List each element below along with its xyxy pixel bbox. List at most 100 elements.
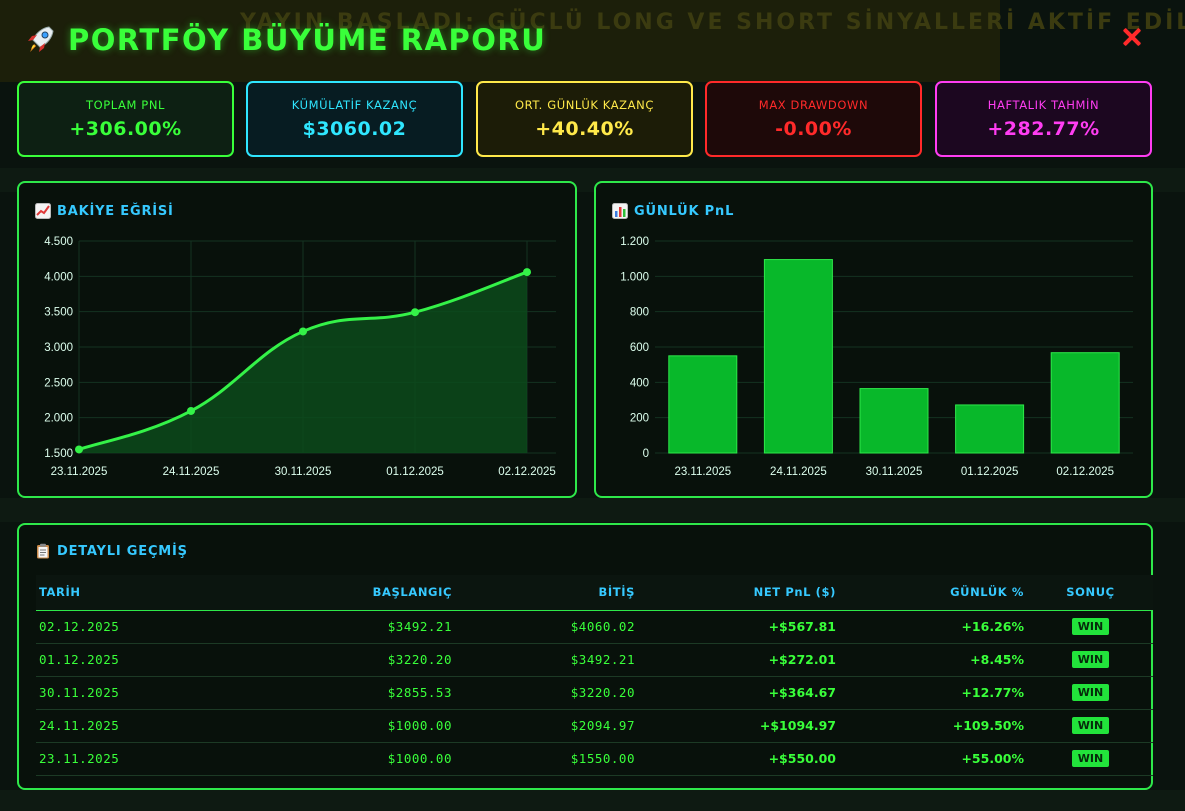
pnl-bar: [955, 404, 1025, 454]
cell-daily-pct: +16.26%: [840, 610, 1028, 644]
y-tick-label: 1.200: [620, 236, 649, 248]
stat-label: MAX DRAWDOWN: [758, 98, 869, 112]
col-header-result: SONUÇ: [1028, 575, 1153, 611]
table-row: 30.11.2025 $2855.53 $3220.20 +$364.67 +12.77…: [36, 676, 1153, 710]
stat-label: HAFTALIK TAHMİN: [987, 98, 1100, 112]
y-tick-label: 800: [630, 307, 649, 319]
daily-pnl-panel: GÜNLÜK PnL 1.200 1.000 800 600 400 200 0 23.11.…: [594, 181, 1153, 498]
cell-net-pnl: +$364.67: [639, 676, 840, 710]
stat-value: +282.77%: [987, 118, 1100, 140]
win-badge: WIN: [1071, 717, 1110, 734]
stat-value: +40.40%: [535, 118, 634, 140]
history-title: DETAYLI GEÇMİŞ: [35, 543, 188, 559]
x-tick-label: 30.11.2025: [866, 466, 923, 478]
close-button[interactable]: [1119, 24, 1145, 50]
pnl-bar: [1050, 352, 1120, 454]
cell-result: WIN: [1028, 676, 1153, 710]
data-point: [411, 308, 419, 317]
history-table: TARİH BAŞLANGIÇ BİTİŞ NET PnL ($) GÜNLÜK…: [36, 575, 1153, 776]
cell-date: 23.11.2025: [36, 742, 216, 776]
cell-daily-pct: +109.50%: [840, 709, 1028, 743]
cell-net-pnl: +$567.81: [639, 610, 840, 644]
stat-card-cumulative-gain: KÜMÜLATİF KAZANÇ $3060.02: [246, 81, 463, 157]
cell-net-pnl: +$550.00: [639, 742, 840, 776]
table-header-row: TARİH BAŞLANGIÇ BİTİŞ NET PnL ($) GÜNLÜK…: [36, 575, 1153, 611]
y-tick-label: 0: [643, 448, 649, 460]
cell-end: $2094.97: [456, 709, 639, 743]
x-tick-label: 01.12.2025: [386, 466, 444, 478]
cell-end: $4060.02: [456, 610, 639, 644]
x-tick-label: 23.11.2025: [674, 466, 731, 478]
cell-date: 30.11.2025: [36, 676, 216, 710]
cell-start: $3492.21: [216, 610, 456, 644]
y-tick-label: 3.000: [44, 342, 73, 354]
stat-card-weekly-forecast: HAFTALIK TAHMİN +282.77%: [935, 81, 1152, 157]
cell-start: $3220.20: [216, 643, 456, 677]
x-tick-label: 24.11.2025: [770, 466, 827, 478]
win-badge: WIN: [1071, 618, 1110, 635]
balance-line-chart: 4.500 4.000 3.500 3.000 2.500 2.000 1.500 23.11…: [44, 236, 556, 478]
clipboard-icon: [37, 543, 49, 559]
portfolio-report-modal: PORTFÖY BÜYÜME RAPORU TOPLAM PnL +306.00…: [0, 0, 1185, 811]
pnl-bar: [763, 259, 833, 454]
pnl-bar: [668, 355, 738, 454]
page-title: PORTFÖY BÜYÜME RAPORU: [68, 23, 547, 57]
y-tick-label: 600: [630, 342, 649, 354]
win-badge: WIN: [1071, 651, 1110, 668]
cell-date: 24.11.2025: [36, 709, 216, 743]
stat-value: -0.00%: [775, 118, 852, 140]
cell-start: $1000.00: [216, 709, 456, 743]
x-tick-label: 24.11.2025: [163, 466, 220, 478]
stat-label: ORT. GÜNLÜK KAZANÇ: [515, 98, 654, 112]
data-point: [523, 268, 531, 277]
stat-card-max-drawdown: MAX DRAWDOWN -0.00%: [705, 81, 922, 157]
y-tick-label: 3.500: [44, 307, 73, 319]
cell-result: WIN: [1028, 610, 1153, 644]
cell-net-pnl: +$1094.97: [639, 709, 840, 743]
cell-net-pnl: +$272.01: [639, 643, 840, 677]
col-header-end: BİTİŞ: [456, 575, 639, 611]
y-tick-label: 2.000: [44, 413, 73, 425]
cell-daily-pct: +12.77%: [840, 676, 1028, 710]
stat-card-total-pnl: TOPLAM PnL +306.00%: [17, 81, 234, 157]
stat-label: KÜMÜLATİF KAZANÇ: [291, 98, 418, 112]
cell-end: $3220.20: [456, 676, 639, 710]
y-tick-label: 1.500: [44, 448, 73, 460]
cell-result: WIN: [1028, 709, 1153, 743]
cell-daily-pct: +8.45%: [840, 643, 1028, 677]
y-tick-label: 4.000: [44, 271, 73, 283]
x-tick-label: 23.11.2025: [51, 466, 108, 478]
y-tick-label: 200: [630, 413, 649, 425]
cell-date: 02.12.2025: [36, 610, 216, 644]
y-tick-label: 400: [630, 377, 649, 389]
y-tick-label: 4.500: [44, 236, 73, 248]
x-tick-label: 30.11.2025: [275, 466, 332, 478]
win-badge: WIN: [1071, 684, 1110, 701]
win-badge: WIN: [1071, 750, 1110, 767]
col-header-daily-pct: GÜNLÜK %: [840, 575, 1028, 611]
col-header-net-pnl: NET PnL ($): [639, 575, 840, 611]
daily-pnl-bar-chart: 1.200 1.000 800 600 400 200 0 23.11.2025 24.11.2…: [620, 236, 1133, 478]
cell-result: WIN: [1028, 643, 1153, 677]
x-tick-label: 02.12.2025: [1056, 466, 1114, 478]
cell-daily-pct: +55.00%: [840, 742, 1028, 776]
table-row: 23.11.2025 $1000.00 $1550.00 +$550.00 +55.00…: [36, 742, 1153, 776]
table-row: 24.11.2025 $1000.00 $2094.97 +$1094.97 +109.…: [36, 709, 1153, 743]
modal-header: PORTFÖY BÜYÜME RAPORU: [22, 20, 1162, 60]
pnl-bar: [859, 388, 929, 454]
col-header-date: TARİH: [36, 575, 216, 611]
cell-start: $1000.00: [216, 742, 456, 776]
y-tick-label: 1.000: [620, 271, 649, 283]
cell-end: $1550.00: [456, 742, 639, 776]
cell-end: $3492.21: [456, 643, 639, 677]
balance-chart-panel: BAKİYE EĞRİSİ 4.500 4.000 3.500 3.000 2.500 2…: [17, 181, 577, 498]
stats-row: TOPLAM PnL +306.00% KÜMÜLATİF KAZANÇ $30…: [17, 81, 1154, 157]
cell-date: 01.12.2025: [36, 643, 216, 677]
col-header-start: BAŞLANGIÇ: [216, 575, 456, 611]
rocket-icon: [28, 26, 54, 52]
y-tick-label: 2.500: [44, 377, 73, 389]
table-row: 01.12.2025 $3220.20 $3492.21 +$272.01 +8.45%…: [36, 643, 1153, 677]
data-point: [75, 445, 83, 454]
x-tick-label: 02.12.2025: [498, 466, 556, 478]
data-point: [299, 327, 307, 336]
